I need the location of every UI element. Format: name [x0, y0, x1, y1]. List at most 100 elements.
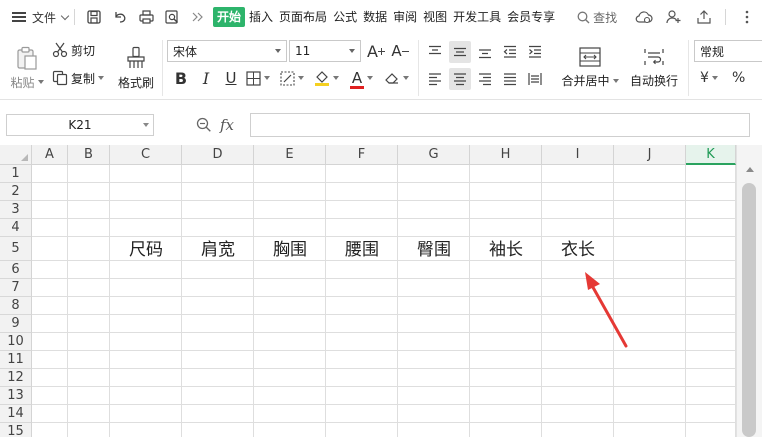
- column-header-c[interactable]: C: [110, 145, 182, 165]
- clear-format-button[interactable]: [384, 67, 409, 89]
- cell-f5[interactable]: 腰围: [326, 238, 398, 262]
- cell-g5[interactable]: 臀围: [398, 238, 470, 262]
- grid-line: [32, 218, 736, 219]
- row-header-11[interactable]: 11: [0, 351, 32, 369]
- italic-button[interactable]: I: [195, 67, 217, 89]
- tab-formulas[interactable]: 公式: [331, 7, 359, 27]
- row-header-4[interactable]: 4: [0, 219, 32, 237]
- column-header-a[interactable]: A: [32, 145, 68, 165]
- format-painter-button[interactable]: 格式刷: [114, 40, 158, 96]
- insert-function-button[interactable]: fx: [220, 116, 234, 134]
- scroll-up-icon[interactable]: [746, 167, 754, 172]
- column-header-b[interactable]: B: [68, 145, 110, 165]
- file-menu[interactable]: 文件: [0, 5, 70, 29]
- row-header-5[interactable]: 5: [0, 237, 32, 261]
- paste-button[interactable]: 粘贴: [8, 40, 46, 96]
- search-button[interactable]: 查找: [577, 9, 617, 26]
- column-header-i[interactable]: I: [542, 145, 614, 165]
- more-chevrons-icon[interactable]: [187, 6, 209, 28]
- tab-view[interactable]: 视图: [421, 7, 449, 27]
- cloud-sync-icon[interactable]: [633, 6, 655, 28]
- number-format-select[interactable]: 常规: [694, 40, 762, 62]
- cell-i5[interactable]: 衣长: [542, 238, 614, 262]
- row-header-6[interactable]: 6: [0, 261, 32, 279]
- name-box[interactable]: K21: [6, 114, 154, 136]
- decrease-indent-button[interactable]: [499, 41, 521, 63]
- align-right-button[interactable]: [474, 68, 496, 90]
- column-header-d[interactable]: D: [182, 145, 254, 165]
- zoom-icon[interactable]: [196, 117, 212, 133]
- chevron-down-icon: [264, 76, 270, 80]
- wrap-text-button[interactable]: 自动换行: [626, 40, 682, 96]
- column-header-g[interactable]: G: [398, 145, 470, 165]
- fill-color-button[interactable]: [314, 67, 339, 89]
- export-icon[interactable]: [693, 6, 715, 28]
- share-user-icon[interactable]: [663, 6, 685, 28]
- more-vertical-icon[interactable]: [736, 6, 758, 28]
- tab-member[interactable]: 会员专享: [505, 7, 557, 27]
- copy-button[interactable]: 复制: [52, 68, 105, 88]
- row-header-7[interactable]: 7: [0, 279, 32, 297]
- font-color-button[interactable]: A: [350, 67, 373, 89]
- select-all-corner[interactable]: [0, 145, 32, 165]
- tab-developer[interactable]: 开发工具: [451, 7, 503, 27]
- cell-h5[interactable]: 袖长: [470, 238, 542, 262]
- increase-indent-button[interactable]: [524, 41, 546, 63]
- align-top-button[interactable]: [424, 41, 446, 63]
- print-preview-icon[interactable]: [161, 6, 183, 28]
- row-header-14[interactable]: 14: [0, 405, 32, 423]
- row-header-10[interactable]: 10: [0, 333, 32, 351]
- row-header-9[interactable]: 9: [0, 315, 32, 333]
- chevron-down-icon: [275, 49, 281, 53]
- justify-button[interactable]: [499, 68, 521, 90]
- cell-e5[interactable]: 胸围: [254, 238, 326, 262]
- divider: [418, 40, 419, 96]
- cell-style-button[interactable]: [280, 67, 304, 89]
- align-bottom-button[interactable]: [474, 41, 496, 63]
- column-header-j[interactable]: J: [614, 145, 686, 165]
- align-center-button[interactable]: [449, 68, 471, 90]
- underline-button[interactable]: U: [220, 67, 242, 89]
- font-name-select[interactable]: 宋体: [167, 40, 287, 62]
- currency-button[interactable]: ¥: [700, 67, 718, 89]
- grid-line: [109, 165, 110, 437]
- undo-icon[interactable]: [109, 6, 131, 28]
- row-header-12[interactable]: 12: [0, 369, 32, 387]
- row-header-8[interactable]: 8: [0, 297, 32, 315]
- cut-button[interactable]: 剪切: [52, 40, 95, 60]
- row-header-3[interactable]: 3: [0, 201, 32, 219]
- tab-data[interactable]: 数据: [361, 7, 389, 27]
- column-header-k[interactable]: K: [686, 145, 736, 165]
- formula-input[interactable]: [250, 113, 750, 137]
- column-header-f[interactable]: F: [326, 145, 398, 165]
- column-header-e[interactable]: E: [254, 145, 326, 165]
- borders-button[interactable]: [246, 67, 270, 89]
- row-header-13[interactable]: 13: [0, 387, 32, 405]
- merge-center-button[interactable]: 合并居中: [558, 40, 622, 96]
- scrollbar-thumb[interactable]: [742, 183, 756, 437]
- vertical-scrollbar[interactable]: [736, 145, 762, 437]
- grow-font-button[interactable]: A: [366, 40, 386, 62]
- align-left-button[interactable]: [424, 68, 446, 90]
- percent-button[interactable]: %: [732, 67, 745, 89]
- shrink-font-button[interactable]: A: [390, 40, 410, 62]
- tab-insert[interactable]: 插入: [247, 7, 275, 27]
- column-header-h[interactable]: H: [470, 145, 542, 165]
- cell-c5[interactable]: 尺码: [110, 238, 182, 262]
- row-header-2[interactable]: 2: [0, 183, 32, 201]
- grid-line: [32, 200, 736, 201]
- distributed-button[interactable]: [524, 68, 546, 90]
- align-middle-button[interactable]: [449, 41, 471, 63]
- bold-button[interactable]: B: [170, 67, 192, 89]
- tab-page-layout[interactable]: 页面布局: [277, 7, 329, 27]
- cell-d5[interactable]: 肩宽: [182, 238, 254, 262]
- font-size-select[interactable]: 11: [289, 40, 361, 62]
- print-icon[interactable]: [135, 6, 157, 28]
- tab-home[interactable]: 开始: [213, 7, 246, 27]
- grid-line: [397, 165, 398, 437]
- grid-line: [32, 404, 736, 405]
- row-header-15[interactable]: 15: [0, 423, 32, 437]
- save-icon[interactable]: [83, 6, 105, 28]
- row-header-1[interactable]: 1: [0, 165, 32, 183]
- tab-review[interactable]: 审阅: [391, 7, 419, 27]
